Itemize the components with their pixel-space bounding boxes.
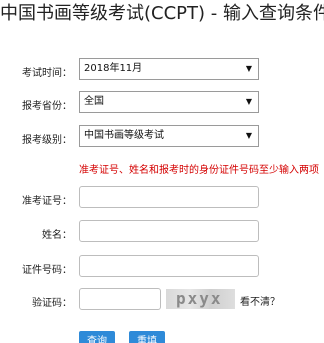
id-label: 证件号码： bbox=[22, 265, 72, 276]
chevron-down-icon: ▼ bbox=[245, 97, 252, 106]
level-label: 报考级别： bbox=[22, 135, 72, 146]
captcha-label: 验证码： bbox=[32, 298, 72, 309]
requirement-hint: 准考证号、姓名和报考时的身份证件号码至少输入两项 bbox=[79, 165, 319, 176]
province-label: 报考省份： bbox=[22, 101, 72, 112]
province-select[interactable]: 全国 ▼ bbox=[79, 91, 259, 113]
reset-button[interactable]: 重填 bbox=[129, 331, 165, 343]
captcha-refresh-link[interactable]: 看不清？ bbox=[240, 293, 280, 308]
province-value: 全国 bbox=[84, 96, 104, 107]
chevron-down-icon: ▼ bbox=[245, 64, 252, 73]
query-page: 中国书画等级考试(CCPT) - 输入查询条件 考试时间： 2018年11月 ▼… bbox=[0, 0, 324, 343]
exam-time-label: 考试时间： bbox=[22, 68, 72, 79]
admission-label: 准考证号： bbox=[22, 196, 72, 207]
exam-time-select[interactable]: 2018年11月 ▼ bbox=[79, 58, 259, 80]
query-button[interactable]: 查询 bbox=[79, 331, 115, 343]
name-label: 姓名： bbox=[42, 230, 72, 241]
captcha-text: pxyx bbox=[176, 289, 223, 308]
level-value: 中国书画等级考试 bbox=[84, 130, 164, 141]
name-input[interactable] bbox=[79, 220, 259, 242]
page-title: 中国书画等级考试(CCPT) - 输入查询条件 bbox=[0, 3, 324, 24]
id-number-input[interactable] bbox=[79, 255, 259, 277]
admission-input[interactable] bbox=[79, 186, 259, 208]
exam-time-value: 2018年11月 bbox=[84, 63, 143, 74]
captcha-image[interactable]: pxyx bbox=[166, 289, 235, 309]
level-select[interactable]: 中国书画等级考试 ▼ bbox=[79, 125, 259, 147]
captcha-input[interactable] bbox=[79, 288, 161, 310]
chevron-down-icon: ▼ bbox=[245, 131, 252, 140]
